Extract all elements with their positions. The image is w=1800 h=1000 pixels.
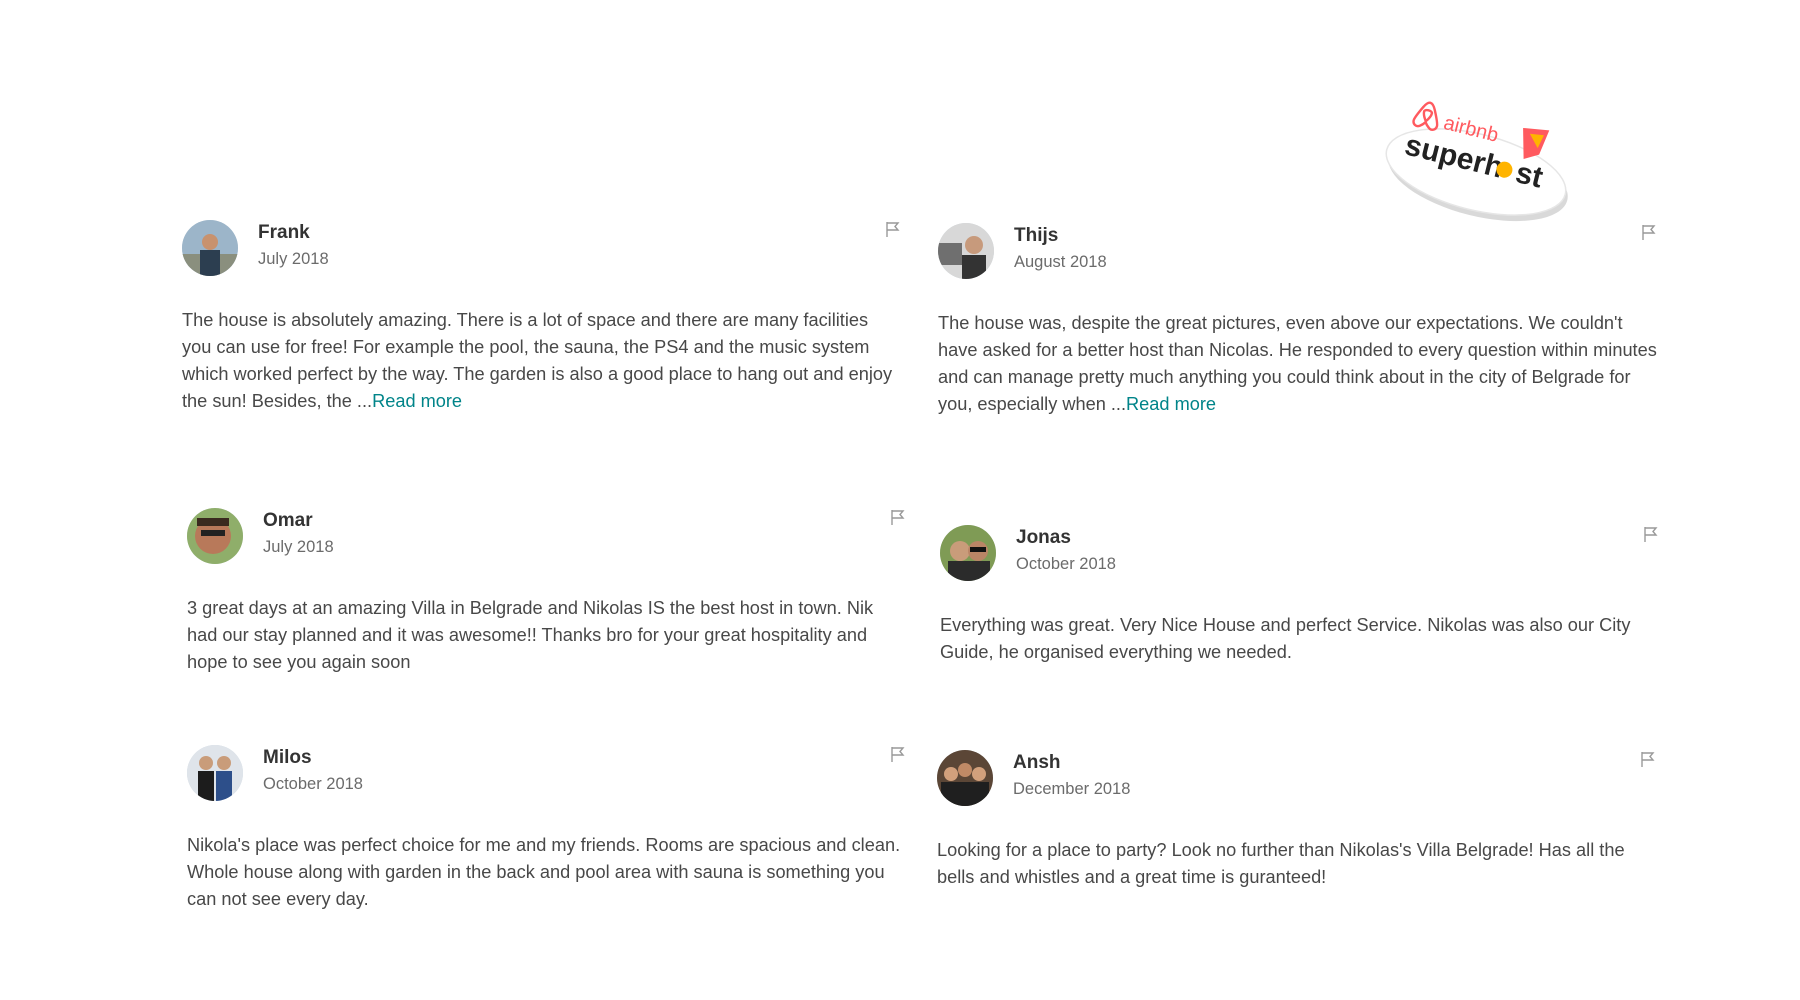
review-text: The house is absolutely amazing. There i… <box>182 307 902 415</box>
review-header: Frank July 2018 <box>182 220 902 280</box>
review-body: 3 great days at an amazing Villa in Belg… <box>187 598 874 672</box>
review-card: Ansh December 2018 Looking for a place t… <box>937 750 1657 891</box>
review-date: December 2018 <box>1013 780 1131 798</box>
review-card: Omar July 2018 3 great days at an amazin… <box>187 508 907 676</box>
flag-icon[interactable] <box>884 220 902 238</box>
reviewer-name[interactable]: Jonas <box>1016 527 1071 549</box>
review-text: Everything was great. Very Nice House an… <box>940 612 1660 666</box>
flag-icon[interactable] <box>889 745 907 763</box>
reviewer-name[interactable]: Omar <box>263 510 313 532</box>
avatar[interactable] <box>937 750 993 806</box>
review-date: October 2018 <box>263 775 363 793</box>
reviewer-name[interactable]: Frank <box>258 222 310 244</box>
review-date: August 2018 <box>1014 253 1107 271</box>
avatar[interactable] <box>187 508 243 564</box>
flag-icon[interactable] <box>1640 223 1658 241</box>
avatar[interactable] <box>940 525 996 581</box>
review-card: Frank July 2018 The house is absolutely … <box>182 220 902 415</box>
review-date: July 2018 <box>263 538 334 556</box>
flag-icon[interactable] <box>1639 750 1657 768</box>
review-header: Thijs August 2018 <box>938 223 1658 283</box>
review-body: The house is absolutely amazing. There i… <box>182 310 893 411</box>
avatar[interactable] <box>182 220 238 276</box>
flag-icon[interactable] <box>1642 525 1660 543</box>
review-date: July 2018 <box>258 250 329 268</box>
superhost-badge: airbnb superh st <box>1378 100 1578 225</box>
review-text: Nikola's place was perfect choice for me… <box>187 832 907 913</box>
superhost-logo: airbnb superh st <box>1385 101 1568 222</box>
review-body: Nikola's place was perfect choice for me… <box>187 835 901 909</box>
avatar[interactable] <box>187 745 243 801</box>
reviewer-name[interactable]: Ansh <box>1013 752 1061 774</box>
read-more-link[interactable]: Read more <box>1126 394 1216 414</box>
review-header: Jonas October 2018 <box>940 525 1660 585</box>
review-card: Thijs August 2018 The house was, despite… <box>938 223 1658 418</box>
review-text: 3 great days at an amazing Villa in Belg… <box>187 595 907 676</box>
review-header: Omar July 2018 <box>187 508 907 568</box>
read-more-link[interactable]: Read more <box>372 391 462 411</box>
review-card: Milos October 2018 Nikola's place was pe… <box>187 745 907 913</box>
review-text: Looking for a place to party? Look no fu… <box>937 837 1657 891</box>
review-date: October 2018 <box>1016 555 1116 573</box>
reviewer-name[interactable]: Thijs <box>1014 225 1058 247</box>
review-body: Looking for a place to party? Look no fu… <box>937 840 1625 887</box>
review-body: Everything was great. Very Nice House an… <box>940 615 1631 662</box>
review-header: Milos October 2018 <box>187 745 907 805</box>
reviewer-name[interactable]: Milos <box>263 747 312 769</box>
review-card: Jonas October 2018 Everything was great.… <box>940 525 1660 666</box>
review-body: The house was, despite the great picture… <box>938 313 1657 414</box>
airbnb-logo-icon <box>1412 101 1439 131</box>
flag-icon[interactable] <box>889 508 907 526</box>
review-text: The house was, despite the great picture… <box>938 310 1658 418</box>
review-header: Ansh December 2018 <box>937 750 1657 810</box>
avatar[interactable] <box>938 223 994 279</box>
